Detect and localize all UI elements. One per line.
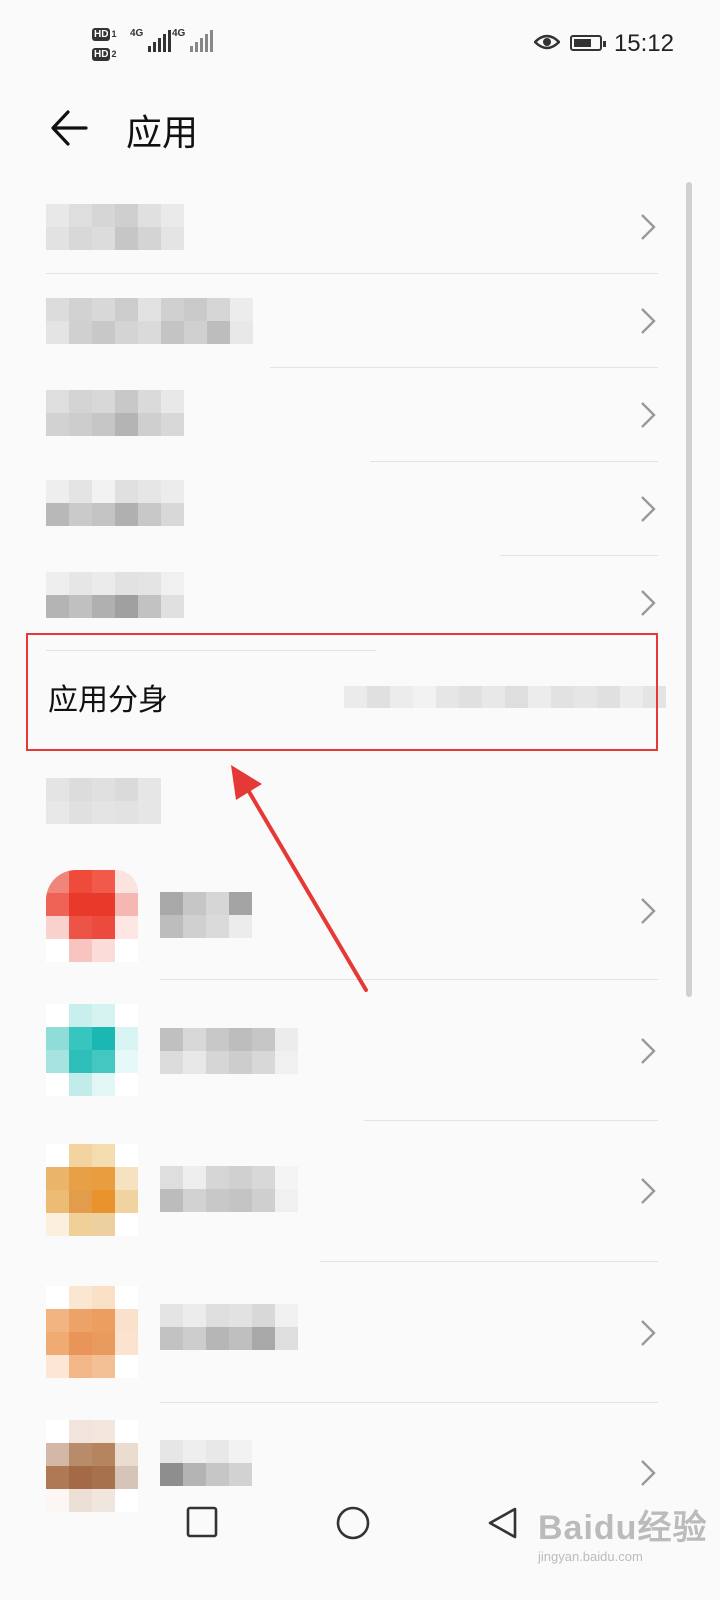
sim1-hd-badge: HD bbox=[92, 28, 111, 41]
list-item[interactable] bbox=[0, 462, 720, 556]
app-list-item[interactable] bbox=[0, 1000, 720, 1121]
sim2-hd-badge: HD bbox=[92, 48, 111, 61]
blurred-app-name bbox=[160, 1166, 298, 1212]
chevron-right-icon bbox=[641, 402, 656, 428]
scrollbar[interactable] bbox=[686, 182, 692, 997]
arrow-left-icon[interactable] bbox=[48, 106, 92, 150]
watermark-url: jingyan.baidu.com bbox=[538, 1549, 643, 1564]
page-title: 应用 bbox=[126, 113, 199, 154]
chevron-right-icon bbox=[641, 496, 656, 522]
watermark: Baidu经验 jingyan.baidu.com bbox=[538, 1500, 707, 1564]
clock: 15:12 bbox=[613, 30, 674, 57]
chevron-right-icon bbox=[641, 1460, 656, 1486]
blurred-label bbox=[46, 480, 184, 526]
app-icon bbox=[46, 870, 138, 962]
chevron-right-icon bbox=[641, 308, 656, 334]
list-item[interactable] bbox=[0, 556, 720, 632]
app-list-item[interactable] bbox=[0, 1140, 720, 1262]
sim2-index: 2 bbox=[111, 49, 117, 59]
app-list-item[interactable] bbox=[0, 860, 720, 980]
blurred-label bbox=[46, 298, 253, 344]
divider bbox=[160, 979, 658, 980]
watermark-brand: Baidu经验 bbox=[538, 1509, 708, 1547]
chevron-right-icon bbox=[641, 1038, 656, 1064]
divider bbox=[364, 1120, 658, 1121]
signal-2-icon bbox=[190, 30, 213, 52]
circle-home-icon[interactable] bbox=[336, 1506, 370, 1540]
blurred-app-name bbox=[160, 1028, 298, 1074]
signal-icon bbox=[148, 30, 171, 52]
blurred-label bbox=[46, 572, 184, 618]
eye-comfort-icon bbox=[534, 34, 560, 50]
divider bbox=[320, 1261, 658, 1262]
chevron-right-icon bbox=[641, 898, 656, 924]
app-icon bbox=[46, 1144, 138, 1236]
app-list-item[interactable] bbox=[0, 1282, 720, 1403]
status-bar: HD 1 HD 2 4G 4G 15:12 bbox=[0, 0, 720, 90]
blurred-label bbox=[46, 204, 184, 250]
chevron-right-icon bbox=[641, 590, 656, 616]
battery-icon bbox=[570, 35, 606, 51]
blurred-app-name bbox=[160, 1304, 298, 1350]
section-header bbox=[46, 778, 161, 824]
app-icon bbox=[46, 1004, 138, 1096]
chevron-right-icon bbox=[641, 214, 656, 240]
title-bar: 应用 bbox=[0, 90, 720, 170]
network-type-2: 4G bbox=[172, 28, 186, 39]
list-item[interactable] bbox=[0, 368, 720, 462]
square-recents-icon[interactable] bbox=[186, 1506, 218, 1538]
network-type-1: 4G bbox=[130, 28, 144, 39]
blurred-app-name bbox=[160, 892, 252, 938]
sim1-index: 1 bbox=[111, 29, 117, 39]
chevron-right-icon bbox=[641, 1320, 656, 1346]
chevron-right-icon bbox=[641, 1178, 656, 1204]
app-icon bbox=[46, 1286, 138, 1378]
blurred-label bbox=[46, 390, 184, 436]
triangle-back-icon[interactable] bbox=[486, 1506, 518, 1540]
divider bbox=[160, 1402, 658, 1403]
sim-indicators: HD 1 HD 2 bbox=[92, 24, 116, 62]
blurred-app-name bbox=[160, 1440, 252, 1486]
highlight-box bbox=[26, 633, 658, 751]
list-item[interactable] bbox=[0, 180, 720, 274]
list-item[interactable] bbox=[0, 274, 720, 368]
